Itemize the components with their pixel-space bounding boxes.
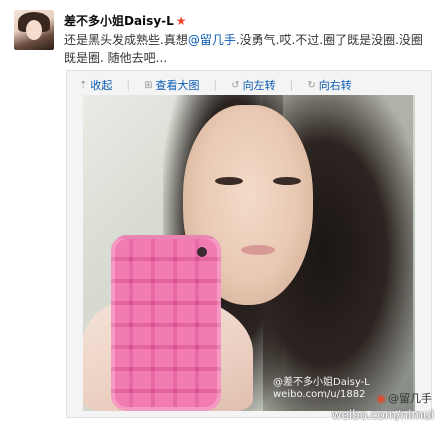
view-large-icon: ⊞ (144, 79, 153, 91)
photo-lips (241, 245, 275, 255)
mention-link[interactable]: @留几手 (188, 33, 236, 47)
phone-camera (197, 247, 207, 257)
post-text: 还是黑头发成熟些.真想@留几手.没勇气.哎.不过.圈了既是没圈.没圈既是圈. 随… (64, 31, 424, 67)
avatar[interactable] (14, 10, 54, 50)
rotate-right-icon: ↻ (307, 79, 316, 91)
post-author-name[interactable]: 差不多小姐Daisy-L (64, 14, 174, 28)
view-large-label: 查看大图 (155, 79, 200, 92)
overlay-watermark-handle: ◉ @留几手 (376, 390, 432, 406)
overlay-handle-text: @留几手 (388, 392, 432, 405)
rotate-left-button[interactable]: ↺ 向左转 (231, 78, 275, 92)
photo-eye-right (273, 177, 301, 185)
rotate-right-button[interactable]: ↻ 向右转 (307, 78, 351, 92)
rotate-right-label: 向右转 (318, 79, 352, 92)
toolbar-divider: | (213, 78, 218, 91)
toolbar-divider: | (289, 78, 294, 91)
post-author[interactable]: 差不多小姐Daisy-L ★ (64, 12, 187, 29)
star-icon: ★ (175, 14, 187, 28)
post-photo[interactable]: @差不多小姐Daisy-L weibo.com/u/1882 (83, 95, 415, 411)
collapse-button[interactable]: ⇡ 收起 (79, 78, 112, 92)
view-large-button[interactable]: ⊞ 查看大图 (144, 78, 199, 92)
avatar-face (26, 20, 42, 40)
photo-watermark: @差不多小姐Daisy-L weibo.com/u/1882 (273, 377, 370, 401)
rotate-left-icon: ↺ (231, 79, 240, 91)
rotate-left-label: 向左转 (242, 79, 276, 92)
photo-eye-left (215, 177, 243, 185)
toolbar-divider: | (126, 78, 131, 91)
overlay-watermark-url: weibo.com/nimui (331, 408, 434, 422)
weibo-logo-icon: ◉ (376, 392, 386, 405)
collapse-label: 收起 (90, 79, 113, 92)
photo-phone (111, 235, 221, 411)
post-text-before: 还是黑头发成熟些.真想 (64, 33, 188, 47)
photo-watermark-url: weibo.com/u/1882 (273, 389, 366, 400)
photo-watermark-name: @差不多小姐Daisy-L (273, 377, 370, 388)
media-box: ⇡ 收起 | ⊞ 查看大图 | ↺ 向左转 | ↻ 向右转 @差不多小姐Dais… (66, 70, 432, 418)
media-toolbar: ⇡ 收起 | ⊞ 查看大图 | ↺ 向左转 | ↻ 向右转 (79, 78, 352, 92)
collapse-icon: ⇡ (79, 79, 88, 91)
